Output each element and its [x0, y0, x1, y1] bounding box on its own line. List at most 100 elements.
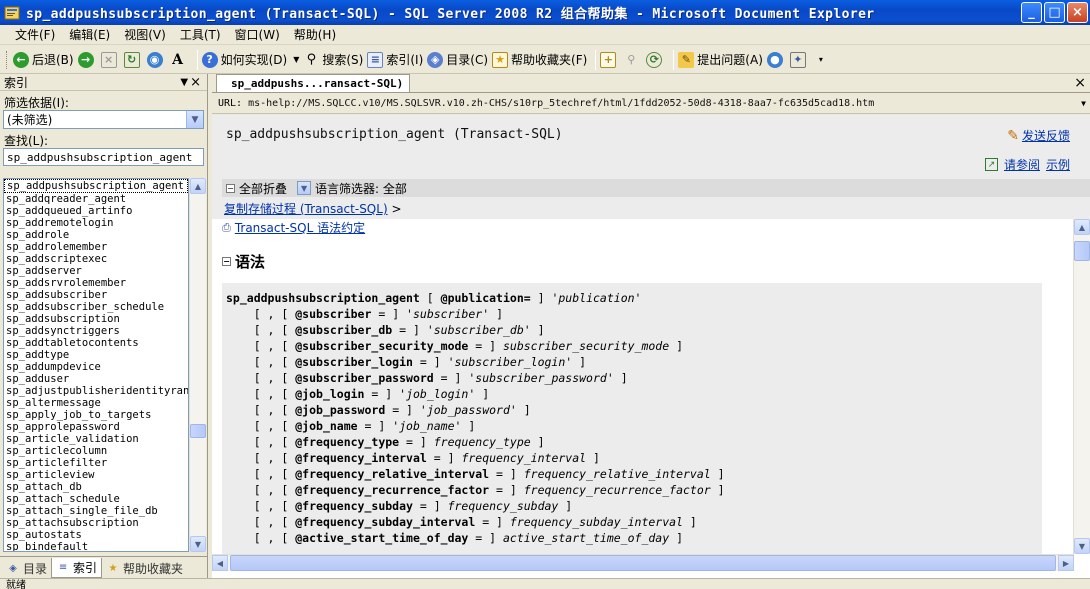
close-button[interactable]: × — [1067, 2, 1088, 23]
scroll-right-icon[interactable]: ▶ — [1058, 555, 1074, 571]
url-field[interactable]: ms-help://MS.SQLCC.v10/MS.SQLSVR.v10.zh-… — [248, 98, 874, 109]
list-item[interactable]: sp_addsrvrolemember — [4, 277, 188, 289]
language-filter[interactable]: 语言筛选器: 全部 — [315, 180, 407, 197]
list-item[interactable]: sp_addsubscription — [4, 313, 188, 325]
favorites-button[interactable]: ★ 帮助收藏夹(F) — [492, 51, 587, 68]
list-item[interactable]: sp_addscriptexec — [4, 253, 188, 265]
list-item[interactable]: sp_articleview — [4, 469, 188, 481]
index-list[interactable]: sp_addpushsubscription_agent sp_addqreade… — [3, 178, 189, 552]
list-item[interactable]: sp_addserver — [4, 265, 188, 277]
tab-index[interactable]: ≡ 索引 — [51, 558, 103, 578]
help-tools-button[interactable]: ✦ — [789, 51, 809, 68]
search-button[interactable]: ⚲ 搜索(S) — [303, 51, 364, 68]
document-tab[interactable]: sp_addpushs...ransact-SQL) — [216, 74, 411, 92]
list-item[interactable]: sp_addrolemember — [4, 241, 188, 253]
scroll-up-icon[interactable]: ▲ — [190, 178, 206, 194]
list-item[interactable]: sp_addtabletocontents — [4, 337, 188, 349]
scroll-down-icon[interactable]: ▼ — [1074, 538, 1090, 554]
list-item[interactable]: sp_addtype — [4, 349, 188, 361]
list-item[interactable]: sp_articlecolumn — [4, 445, 188, 457]
contents-button[interactable]: ◈ 目录(C) — [427, 51, 488, 68]
menu-window[interactable]: 窗口(W) — [228, 25, 287, 45]
find-input[interactable]: sp_addpushsubscription_agent — [3, 148, 204, 166]
chevron-down-icon[interactable]: ▼ — [1081, 99, 1086, 108]
toolbar-options-button[interactable]: ▾ — [813, 52, 832, 68]
scroll-down-icon[interactable]: ▼ — [190, 536, 206, 552]
list-item[interactable]: sp_addsubscriber_schedule — [4, 301, 188, 313]
minimize-button[interactable]: _ — [1021, 2, 1042, 23]
scroll-thumb[interactable] — [230, 555, 1056, 571]
document-scrollbar[interactable]: ▲ ▼ — [1073, 219, 1090, 554]
list-item[interactable]: sp_autostats — [4, 529, 188, 541]
conventions-link[interactable]: Transact-SQL 语法约定 — [235, 219, 365, 236]
list-item[interactable]: sp_addremotelogin — [4, 217, 188, 229]
tab-favorites[interactable]: ★ 帮助收藏夹 — [102, 558, 187, 578]
pane-dropdown-icon[interactable]: ▼ — [180, 77, 188, 88]
see-also-link[interactable]: 请参阅 — [1004, 156, 1040, 173]
scroll-thumb[interactable] — [190, 424, 206, 438]
list-item[interactable]: sp_adjustpublisheridentityrange — [4, 385, 188, 397]
chevron-down-icon[interactable]: ▼ — [297, 181, 312, 195]
example-link[interactable]: 示例 — [1046, 156, 1070, 173]
ask-question-button[interactable]: ✎ 提出问题(A) — [678, 51, 763, 68]
refresh-button[interactable]: ↻ — [123, 51, 143, 68]
list-item[interactable]: sp_article_validation — [4, 433, 188, 445]
sync-button[interactable]: ◉ — [146, 51, 166, 68]
list-item[interactable]: sp_apply_job_to_targets — [4, 409, 188, 421]
collapse-icon[interactable]: − — [226, 183, 235, 193]
list-item[interactable]: sp_addpushsubscription_agent — [4, 179, 188, 193]
breadcrumb-link[interactable]: 复制存储过程 (Transact-SQL) — [224, 202, 388, 216]
maximize-button[interactable]: □ — [1044, 2, 1065, 23]
scroll-up-icon[interactable]: ▲ — [1074, 219, 1090, 235]
font-size-button[interactable]: A — [170, 52, 189, 68]
menu-file[interactable]: 文件(F) — [8, 25, 62, 45]
collapse-all-link[interactable]: 全部折叠 — [239, 180, 287, 197]
menu-help[interactable]: 帮助(H) — [287, 25, 343, 45]
syntax-section-header[interactable]: − 语法 — [222, 251, 265, 272]
list-item[interactable]: sp_addumpdevice — [4, 361, 188, 373]
index-button[interactable]: ≡ 索引(I) — [367, 51, 423, 68]
how-do-i-button[interactable]: ? 如何实现(D) ▼ — [201, 51, 299, 68]
pane-close-icon[interactable]: × — [190, 75, 201, 90]
filter-select[interactable]: (未筛选) ▼ — [3, 110, 204, 129]
contents-icon: ◈ — [427, 51, 444, 68]
list-item[interactable]: sp_attachsubscription — [4, 517, 188, 529]
forward-button[interactable]: → — [77, 51, 97, 68]
code-line: [ , [ @frequency_subday = ] frequency_su… — [226, 499, 573, 513]
add-favorite-button[interactable]: + — [600, 51, 619, 68]
list-item[interactable]: sp_addsubscriber — [4, 289, 188, 301]
feedback-link[interactable]: ✎ 发送反馈 — [1007, 127, 1070, 144]
code-line: [ , [ @frequency_type = ] frequency_type… — [226, 435, 545, 449]
see-also-row: ↗ 请参阅 示例 — [984, 156, 1070, 173]
list-item[interactable]: sp_adduser — [4, 373, 188, 385]
tab-close-icon[interactable]: × — [1074, 75, 1086, 91]
document-view: sp_addpushsubscription_agent (Transact-S… — [212, 115, 1090, 578]
scroll-thumb[interactable] — [1074, 241, 1090, 261]
community-button[interactable]: ● — [766, 51, 786, 68]
stop-button[interactable]: × — [100, 51, 120, 68]
menu-edit[interactable]: 编辑(E) — [62, 25, 117, 45]
menu-view[interactable]: 视图(V) — [117, 25, 173, 45]
menu-tools[interactable]: 工具(T) — [173, 25, 228, 45]
list-item[interactable]: sp_addqreader_agent — [4, 193, 188, 205]
back-button[interactable]: ← 后退(B) — [13, 51, 74, 68]
index-scrollbar[interactable]: ▲ ▼ — [189, 178, 206, 552]
code-param-value: frequency_type — [433, 435, 531, 449]
list-item[interactable]: sp_addsynctriggers — [4, 325, 188, 337]
list-item[interactable]: sp_approlepassword — [4, 421, 188, 433]
list-item[interactable]: sp_attach_single_file_db — [4, 505, 188, 517]
list-item[interactable]: sp_addqueued_artinfo — [4, 205, 188, 217]
list-item[interactable]: sp_attach_db — [4, 481, 188, 493]
list-item[interactable]: sp_articlefilter — [4, 457, 188, 469]
find-button[interactable]: ⚲ — [623, 52, 642, 68]
tab-contents[interactable]: ◈ 目录 — [2, 558, 51, 578]
list-item[interactable]: sp_altermessage — [4, 397, 188, 409]
chevron-down-icon[interactable]: ▼ — [186, 111, 203, 128]
horizontal-scrollbar[interactable]: ◀ ▶ — [212, 554, 1074, 571]
sync-contents-button[interactable]: ⟳ — [646, 51, 665, 68]
list-item[interactable]: sp_attach_schedule — [4, 493, 188, 505]
list-item[interactable]: sp_addrole — [4, 229, 188, 241]
list-item[interactable]: sp_bindefault — [4, 541, 188, 551]
scroll-left-icon[interactable]: ◀ — [212, 555, 228, 571]
collapse-icon[interactable]: − — [222, 257, 231, 266]
